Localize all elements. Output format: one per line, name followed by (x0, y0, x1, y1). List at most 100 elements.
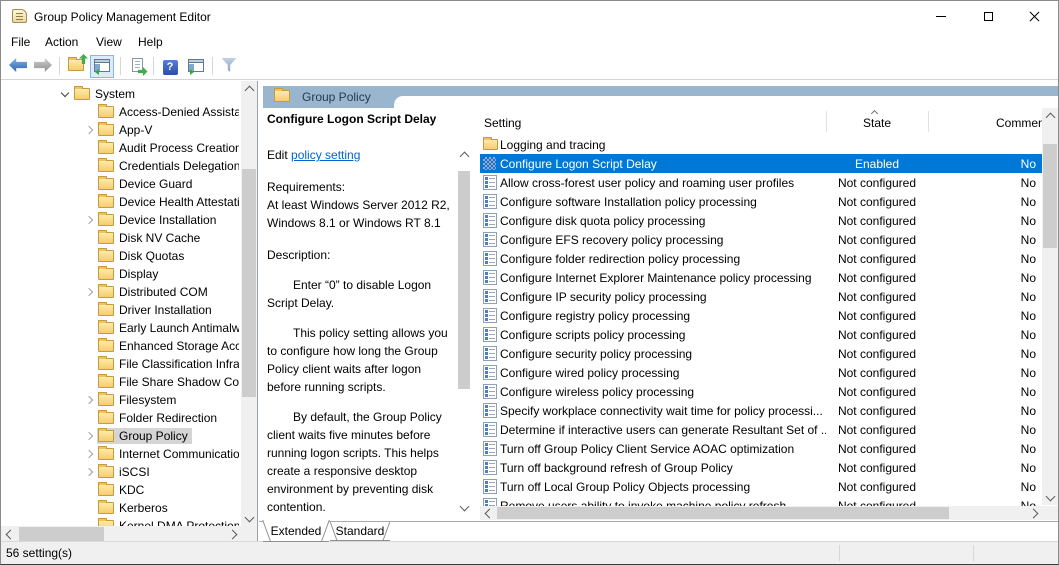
list-horizontal-scrollbar[interactable] (480, 506, 1042, 520)
tree-item-kernel-dma-protection[interactable]: Kernel DMA Protection (1, 517, 239, 526)
help-button[interactable]: ? (158, 55, 182, 78)
list-row-configure-internet-explorer-maintenance-po[interactable]: Configure Internet Explorer Maintenance … (480, 268, 1042, 287)
chevron-collapsed-icon[interactable] (85, 450, 93, 458)
scroll-thumb[interactable] (1043, 144, 1057, 248)
scroll-right-button[interactable] (1027, 506, 1042, 520)
tree-item-iscsi[interactable]: iSCSI (1, 463, 239, 481)
list-row-configure-wireless-policy-processing[interactable]: Configure wireless policy processingNot … (480, 382, 1042, 401)
tree-item-disk-nv-cache[interactable]: Disk NV Cache (1, 229, 239, 247)
description-scrollbar[interactable] (457, 147, 471, 515)
list-row-configure-security-policy-processing[interactable]: Configure security policy processingNot … (480, 344, 1042, 363)
menu-item-file[interactable]: File (11, 35, 30, 49)
back-button[interactable] (6, 55, 30, 78)
menu-item-action[interactable]: Action (45, 35, 78, 49)
list-row-turn-off-background-refresh-of-group-polic[interactable]: Turn off background refresh of Group Pol… (480, 458, 1042, 477)
list-row-allow-cross-forest-user-policy-and-roaming[interactable]: Allow cross-forest user policy and roami… (480, 173, 1042, 192)
scroll-up-button[interactable] (241, 81, 257, 96)
chevron-collapsed-icon[interactable] (85, 396, 93, 404)
tree-item-driver-installation[interactable]: Driver Installation (1, 301, 239, 319)
scroll-down-button[interactable] (457, 500, 471, 515)
column-header-state[interactable]: State (826, 116, 928, 130)
menu-item-view[interactable]: View (96, 35, 122, 49)
scroll-thumb[interactable] (19, 527, 104, 541)
scroll-right-button[interactable] (226, 526, 241, 542)
scroll-up-button[interactable] (457, 147, 471, 162)
list-row-logging-and-tracing[interactable]: Logging and tracing (480, 135, 1042, 154)
list-row-turn-off-group-policy-client-service-aoac-[interactable]: Turn off Group Policy Client Service AOA… (480, 439, 1042, 458)
list-row-configure-wired-policy-processing[interactable]: Configure wired policy processingNot con… (480, 363, 1042, 382)
tree-item-device-installation[interactable]: Device Installation (1, 211, 239, 229)
tree-item-credentials-delegation[interactable]: Credentials Delegation (1, 157, 239, 175)
chevron-collapsed-icon[interactable] (85, 432, 93, 440)
show-hide-action-pane-button[interactable] (184, 55, 208, 78)
tree-item-disk-quotas[interactable]: Disk Quotas (1, 247, 239, 265)
list-row-specify-workplace-connectivity-wait-time-f[interactable]: Specify workplace connectivity wait time… (480, 401, 1042, 420)
chevron-collapsed-icon[interactable] (85, 288, 93, 296)
scroll-thumb[interactable] (497, 507, 949, 519)
list-row-configure-ip-security-policy-processing[interactable]: Configure IP security policy processingN… (480, 287, 1042, 306)
tree-item-group-policy[interactable]: Group Policy (1, 427, 239, 445)
list-row-turn-off-local-group-policy-objects-proces[interactable]: Turn off Local Group Policy Objects proc… (480, 477, 1042, 496)
list-row-configure-disk-quota-policy-processing[interactable]: Configure disk quota policy processingNo… (480, 211, 1042, 230)
tree-item-device-guard[interactable]: Device Guard (1, 175, 239, 193)
tree-item-file-share-shadow-copy-provider[interactable]: File Share Shadow Copy Provider (1, 373, 239, 391)
tree-item-kdc[interactable]: KDC (1, 481, 239, 499)
setting-cell: Configure security policy processing (500, 347, 826, 361)
tree-vertical-scrollbar[interactable] (241, 81, 257, 526)
export-list-button[interactable] (125, 55, 149, 78)
list-row-configure-software-installation-policy-pro[interactable]: Configure software Installation policy p… (480, 192, 1042, 211)
tree-item-folder-redirection[interactable]: Folder Redirection (1, 409, 239, 427)
column-header-setting[interactable]: Setting (484, 116, 521, 130)
tree-item-filesystem[interactable]: Filesystem (1, 391, 239, 409)
tree-item-kerberos[interactable]: Kerberos (1, 499, 239, 517)
forward-button[interactable] (31, 55, 55, 78)
maximize-button[interactable] (965, 1, 1011, 32)
tab-extended[interactable]: Extended (263, 520, 329, 542)
list-vertical-scrollbar[interactable] (1042, 108, 1058, 505)
tree-item-app-v[interactable]: App-V (1, 121, 239, 139)
tree-item-display[interactable]: Display (1, 265, 239, 283)
setting-cell: Determine if interactive users can gener… (500, 423, 826, 437)
scroll-up-button[interactable] (1042, 108, 1058, 123)
list-row-configure-registry-policy-processing[interactable]: Configure registry policy processingNot … (480, 306, 1042, 325)
menu-item-help[interactable]: Help (138, 35, 163, 49)
tree-item-label: Kerberos (119, 501, 168, 515)
scroll-left-button[interactable] (1, 526, 16, 542)
state-cell: Not configured (826, 309, 928, 323)
filter-button[interactable] (217, 55, 241, 78)
setting-cell: Turn off Local Group Policy Objects proc… (500, 480, 826, 494)
tree-item-access-denied-assistance[interactable]: Access-Denied Assistance (1, 103, 239, 121)
up-one-level-button[interactable] (64, 55, 88, 78)
tree-item-distributed-com[interactable]: Distributed COM (1, 283, 239, 301)
list-row-determine-if-interactive-users-can-generat[interactable]: Determine if interactive users can gener… (480, 420, 1042, 439)
close-button[interactable] (1011, 1, 1057, 32)
list-row-remove-users-ability-to-invoke-machine-pol[interactable]: Remove users ability to invoke machine p… (480, 496, 1042, 506)
column-separator[interactable] (928, 111, 929, 132)
chevron-collapsed-icon[interactable] (85, 216, 93, 224)
show-hide-console-tree-button[interactable] (90, 55, 114, 78)
edit-policy-setting-link[interactable]: policy setting (291, 148, 360, 162)
tree-item-audit-process-creation[interactable]: Audit Process Creation (1, 139, 239, 157)
chevron-expanded-icon[interactable] (61, 88, 69, 96)
scroll-left-button[interactable] (480, 506, 495, 520)
minimize-button[interactable] (918, 1, 964, 32)
list-row-configure-folder-redirection-policy-proces[interactable]: Configure folder redirection policy proc… (480, 249, 1042, 268)
list-row-configure-efs-recovery-policy-processing[interactable]: Configure EFS recovery policy processing… (480, 230, 1042, 249)
scroll-down-button[interactable] (241, 511, 257, 526)
scroll-thumb[interactable] (242, 169, 256, 397)
list-row-configure-scripts-policy-processing[interactable]: Configure scripts policy processingNot c… (480, 325, 1042, 344)
scroll-down-button[interactable] (1042, 490, 1058, 505)
tree-item-internet-communication-management[interactable]: Internet Communication Management (1, 445, 239, 463)
tree-item-early-launch-antimalware[interactable]: Early Launch Antimalware (1, 319, 239, 337)
scroll-thumb[interactable] (458, 171, 470, 389)
tree-horizontal-scrollbar[interactable] (1, 526, 241, 542)
tree-item-file-classification-infrastructure[interactable]: File Classification Infrastructure (1, 355, 239, 373)
chevron-collapsed-icon[interactable] (85, 468, 93, 476)
column-header-comment[interactable]: Comment (996, 116, 1044, 130)
tree-item-enhanced-storage-access[interactable]: Enhanced Storage Access (1, 337, 239, 355)
chevron-collapsed-icon[interactable] (85, 126, 93, 134)
list-row-configure-logon-script-delay[interactable]: Configure Logon Script DelayEnabledNo (480, 154, 1042, 173)
tab-standard[interactable]: Standard (330, 522, 390, 541)
tree-item-device-health-attestation-service[interactable]: Device Health Attestation Service (1, 193, 239, 211)
tree-item-system[interactable]: System (1, 85, 239, 103)
